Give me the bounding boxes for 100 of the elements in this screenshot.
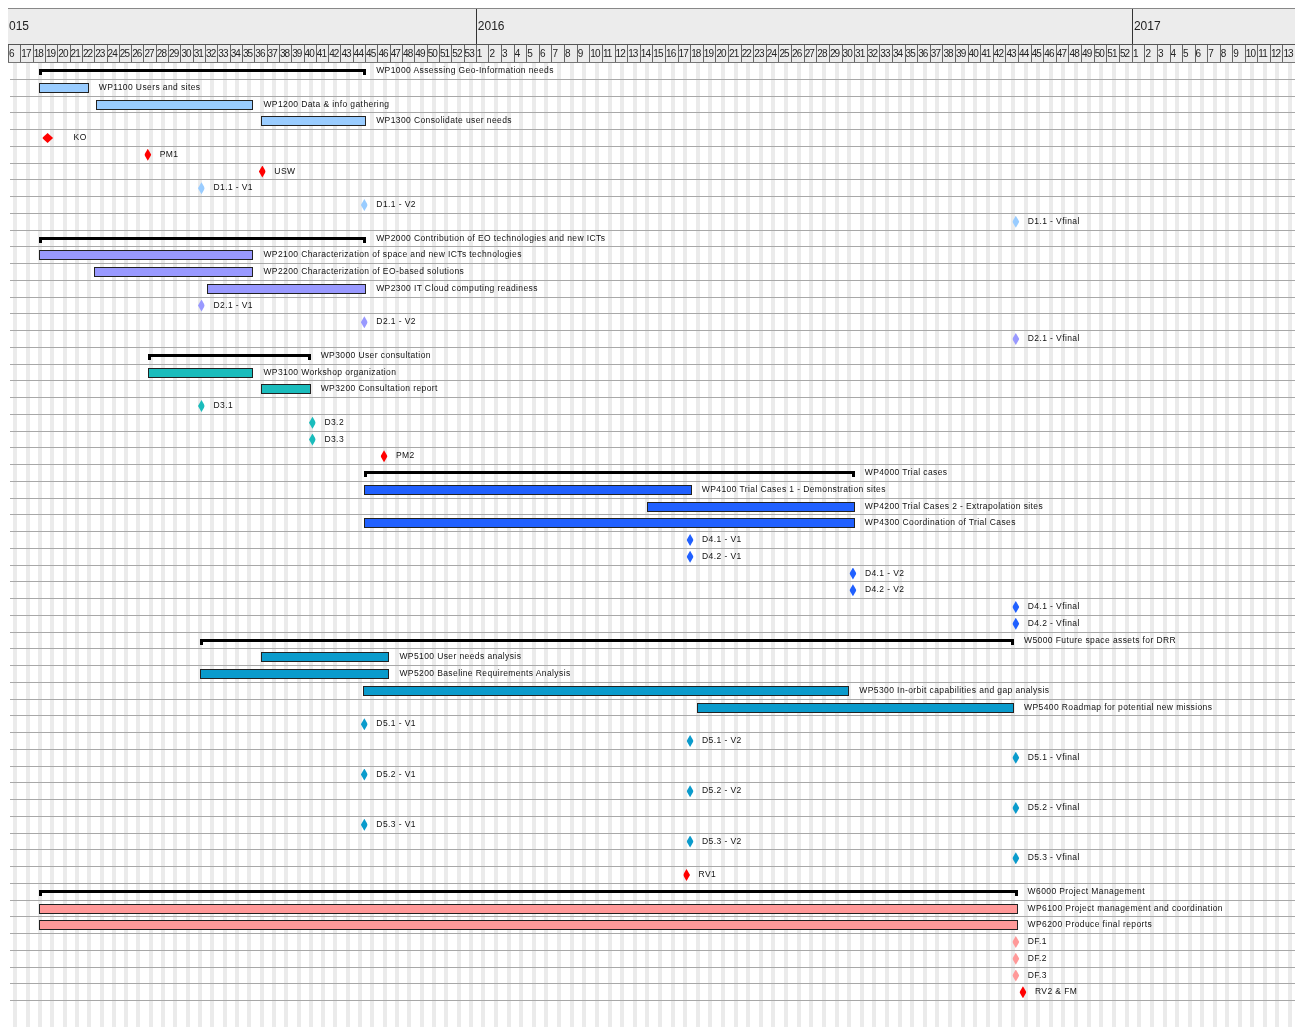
week-label: 43: [1005, 45, 1019, 62]
week-label: 2: [1144, 45, 1157, 62]
week-label: 48: [1068, 45, 1082, 62]
week-label: 7: [1207, 45, 1220, 62]
week-label: 19: [44, 45, 58, 62]
week-label: 23: [753, 45, 766, 62]
week-label: 31: [854, 45, 867, 62]
week-label: 44: [1018, 45, 1031, 62]
task-label: WP6200 Produce final reports: [1027, 919, 1153, 931]
week-label: 11: [601, 45, 615, 62]
week-label: 38: [942, 45, 955, 62]
task-label: RV2 & FM: [1034, 986, 1078, 998]
week-label: 53: [463, 45, 476, 62]
task-label: WP4300 Coordination of Trial Cases: [864, 517, 1016, 529]
week-label: 12: [1269, 45, 1283, 62]
task-label: D1.1 - Vfinal: [1027, 215, 1080, 227]
week-label: 24: [765, 45, 779, 62]
week-label: 41: [315, 45, 329, 62]
week-label: 36: [254, 45, 267, 62]
week-label: 14: [639, 45, 653, 62]
week-label: 42: [328, 45, 341, 62]
task-label: WP4200 Trial Cases 2 - Extrapolation sites: [864, 500, 1044, 512]
week-label: 26: [131, 45, 144, 62]
week-label: 49: [414, 45, 427, 62]
week-label: 43: [340, 45, 353, 62]
task-label: D3.2: [324, 416, 344, 428]
task-label: D5.2 - Vfinal: [1027, 802, 1080, 813]
year-label: 015: [8, 19, 30, 33]
week-label: 41: [980, 45, 993, 62]
week-label: 52: [1118, 45, 1132, 62]
week-label: 8: [1219, 45, 1233, 62]
week-label: 29: [828, 45, 842, 62]
task-label: WP2100 Characterization of space and new ICTs technologies: [263, 249, 522, 261]
task-label: PM2: [396, 450, 415, 462]
task-label: D4.2 - V1: [702, 550, 742, 562]
task-label: D5.1 - V2: [702, 735, 742, 746]
task-label: D2.1 - Vfinal: [1027, 333, 1080, 344]
week-label: 50: [1093, 45, 1107, 62]
task-label: D4.1 - V2: [864, 567, 905, 579]
week-label: 30: [841, 45, 855, 62]
task-label: WP1000 Assessing Geo-Information needs: [376, 65, 554, 76]
week-label: 10: [1244, 45, 1258, 62]
task-label: D4.2 - Vfinal: [1027, 617, 1080, 629]
year-label: 2016: [476, 19, 505, 33]
week-label: 16: [664, 45, 678, 62]
task-label: D5.1 - V1: [376, 718, 416, 730]
week-label: 24: [106, 45, 119, 62]
task-label: WP3000 User consultation: [320, 349, 431, 361]
task-label: WP6100 Project management and coordination: [1027, 902, 1223, 914]
week-label: 34: [229, 45, 242, 62]
week-label: 34: [891, 45, 905, 62]
task-label: DF.1: [1027, 936, 1047, 947]
task-label: RV1: [698, 869, 717, 880]
task-label: WP5100 User needs analysis: [399, 651, 522, 663]
week-label: 8: [564, 45, 577, 62]
week-label: 26: [791, 45, 804, 62]
task-label: WP3100 Workshop organization: [263, 366, 397, 378]
task-label: DF.3: [1027, 969, 1047, 981]
task-label: WP1300 Consolidate user needs: [376, 115, 512, 127]
week-label: 27: [143, 45, 156, 62]
week-label: 44: [352, 45, 366, 62]
week-label: 52: [451, 45, 464, 62]
task-label: D1.1 - V1: [213, 182, 253, 194]
week-label: 47: [1055, 45, 1069, 62]
week-label: 46: [377, 45, 390, 62]
week-label: 10: [589, 45, 602, 62]
task-label: D5.3 - V2: [702, 835, 742, 847]
task-label: KO: [73, 132, 87, 143]
task-label: WP1100 Users and sites: [98, 81, 201, 93]
week-label: 30: [180, 45, 193, 62]
week-label: 35: [241, 45, 255, 62]
week-label: 22: [740, 45, 754, 62]
week-label: 15: [652, 45, 665, 62]
week-label: 49: [1081, 45, 1094, 62]
year-label: 2017: [1132, 19, 1161, 33]
week-label: 21: [728, 45, 741, 62]
week-label: 13: [627, 45, 640, 62]
week-label: 11: [1257, 45, 1270, 62]
week-label: 32: [866, 45, 880, 62]
week-label: 18: [32, 45, 45, 62]
task-label: WP2000 Contribution of EO technologies and new ICTs: [376, 232, 606, 244]
week-label: 4: [1169, 45, 1183, 62]
week-label: 6: [538, 45, 552, 62]
week-label: 50: [426, 45, 439, 62]
week-label: 18: [690, 45, 703, 62]
task-label: WP5300 In-orbit capabilities and gap analysis: [859, 684, 1050, 696]
week-label: 20: [715, 45, 728, 62]
week-label: 51: [438, 45, 452, 62]
week-label: 3: [501, 45, 514, 62]
task-label: WP5400 Roadmap for potential new missions: [1024, 701, 1213, 713]
week-label: 40: [967, 45, 981, 62]
week-label: 28: [816, 45, 829, 62]
week-label: 1: [1131, 45, 1145, 62]
week-label: 39: [291, 45, 304, 62]
task-label: W5000 Future space assets for DRR: [1024, 634, 1177, 646]
task-label: WP4100 Trial Cases 1 - Demonstration sites: [701, 483, 886, 495]
week-label: 36: [917, 45, 930, 62]
week-label: 28: [155, 45, 169, 62]
week-label: 6: [1194, 45, 1208, 62]
task-label: D1.1 - V2: [376, 199, 416, 210]
